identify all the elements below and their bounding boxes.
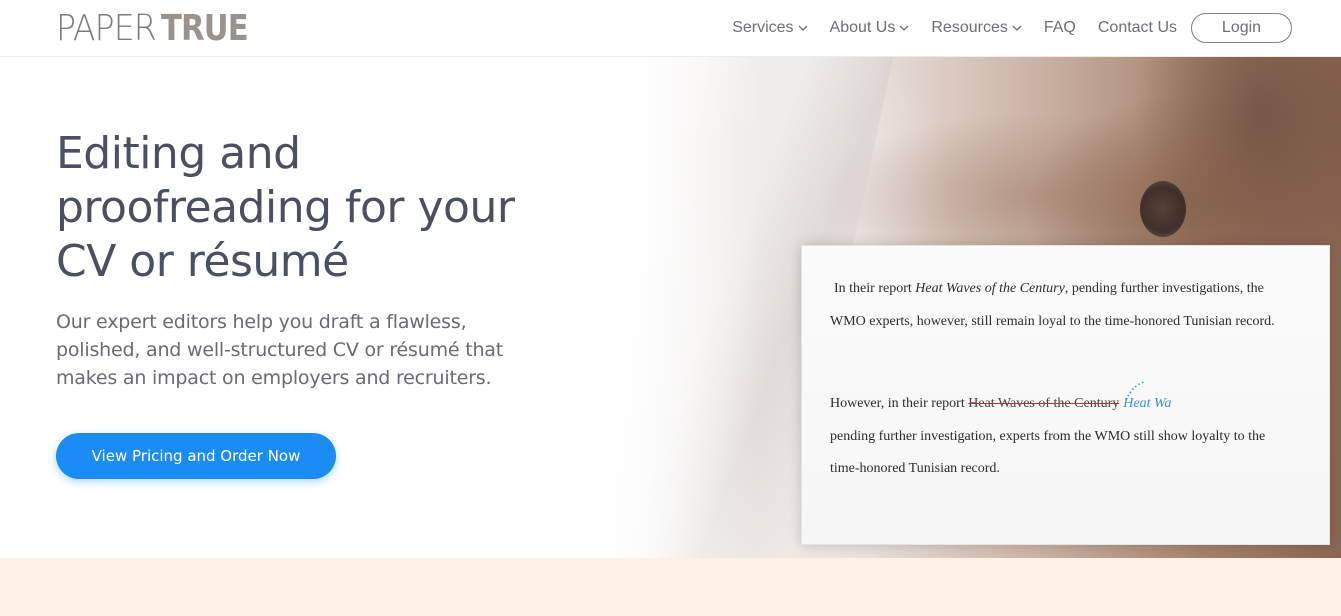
logo-text-bold: TRUE	[160, 8, 249, 49]
view-pricing-button[interactable]: View Pricing and Order Now	[56, 433, 336, 479]
hero-section: Editing and proofreading for your CV or …	[0, 57, 1341, 558]
nav-label-resources: Resources	[931, 19, 1008, 36]
nav-label-contact-us: Contact Us	[1097, 19, 1177, 36]
doc-line-1: In their report Heat Waves of the Centur…	[834, 281, 1290, 297]
nav-item-services[interactable]: Services	[732, 19, 808, 37]
inserted-text: Heat Wa	[1123, 396, 1172, 411]
hero-fade-overlay	[540, 57, 760, 558]
papertrue-logo[interactable]: PAPER TRUE	[56, 9, 263, 47]
login-button[interactable]: Login	[1191, 13, 1292, 43]
hero-title: Editing and proofreading for your CV or …	[56, 128, 515, 287]
deleted-text: Heat Waves of the Century	[968, 396, 1120, 411]
doc-text-start: In their report	[834, 281, 912, 296]
doc-line-3: However, in their report Heat Waves of t…	[830, 396, 1290, 412]
hero-subtitle: Our expert editors help you draft a flaw…	[56, 311, 503, 389]
doc-text: In their report Heat Waves of the Centur…	[834, 281, 1264, 297]
main-nav: Services About Us Resources FAQ Contact …	[732, 13, 1292, 43]
nav-label-services: Services	[732, 19, 794, 36]
doc-text-end: , pending further investigations, the	[1064, 281, 1264, 296]
nav-item-faq[interactable]: FAQ	[1044, 19, 1076, 37]
chevron-down-icon	[899, 25, 909, 31]
logo-text-light: PAPER	[56, 8, 157, 49]
nav-item-about-us[interactable]: About Us	[830, 19, 910, 37]
doc-text-italic: Heat Waves of the Century	[915, 281, 1065, 296]
next-section-band	[0, 558, 1341, 616]
chevron-down-icon	[798, 25, 808, 31]
nav-item-contact-us[interactable]: Contact Us	[1098, 19, 1177, 37]
nav-label-about-us: About Us	[829, 19, 896, 36]
doc-line-2: WMO experts, however, still remain loyal…	[830, 314, 1275, 329]
chevron-down-icon	[1012, 25, 1022, 31]
doc-line-4: pending further investigation, experts f…	[830, 429, 1266, 444]
wristwatch-image	[1140, 181, 1186, 237]
nav-item-resources[interactable]: Resources	[931, 19, 1022, 37]
doc-line-5: time-honored Tunisian record.	[830, 461, 1000, 476]
site-header: PAPER TRUE Services About Us Resources F…	[0, 0, 1341, 57]
proofread-document-card: In their report Heat Waves of the Centur…	[801, 245, 1330, 545]
doc-text-start: However, in their report	[830, 396, 965, 411]
nav-label-faq: FAQ	[1043, 19, 1076, 36]
